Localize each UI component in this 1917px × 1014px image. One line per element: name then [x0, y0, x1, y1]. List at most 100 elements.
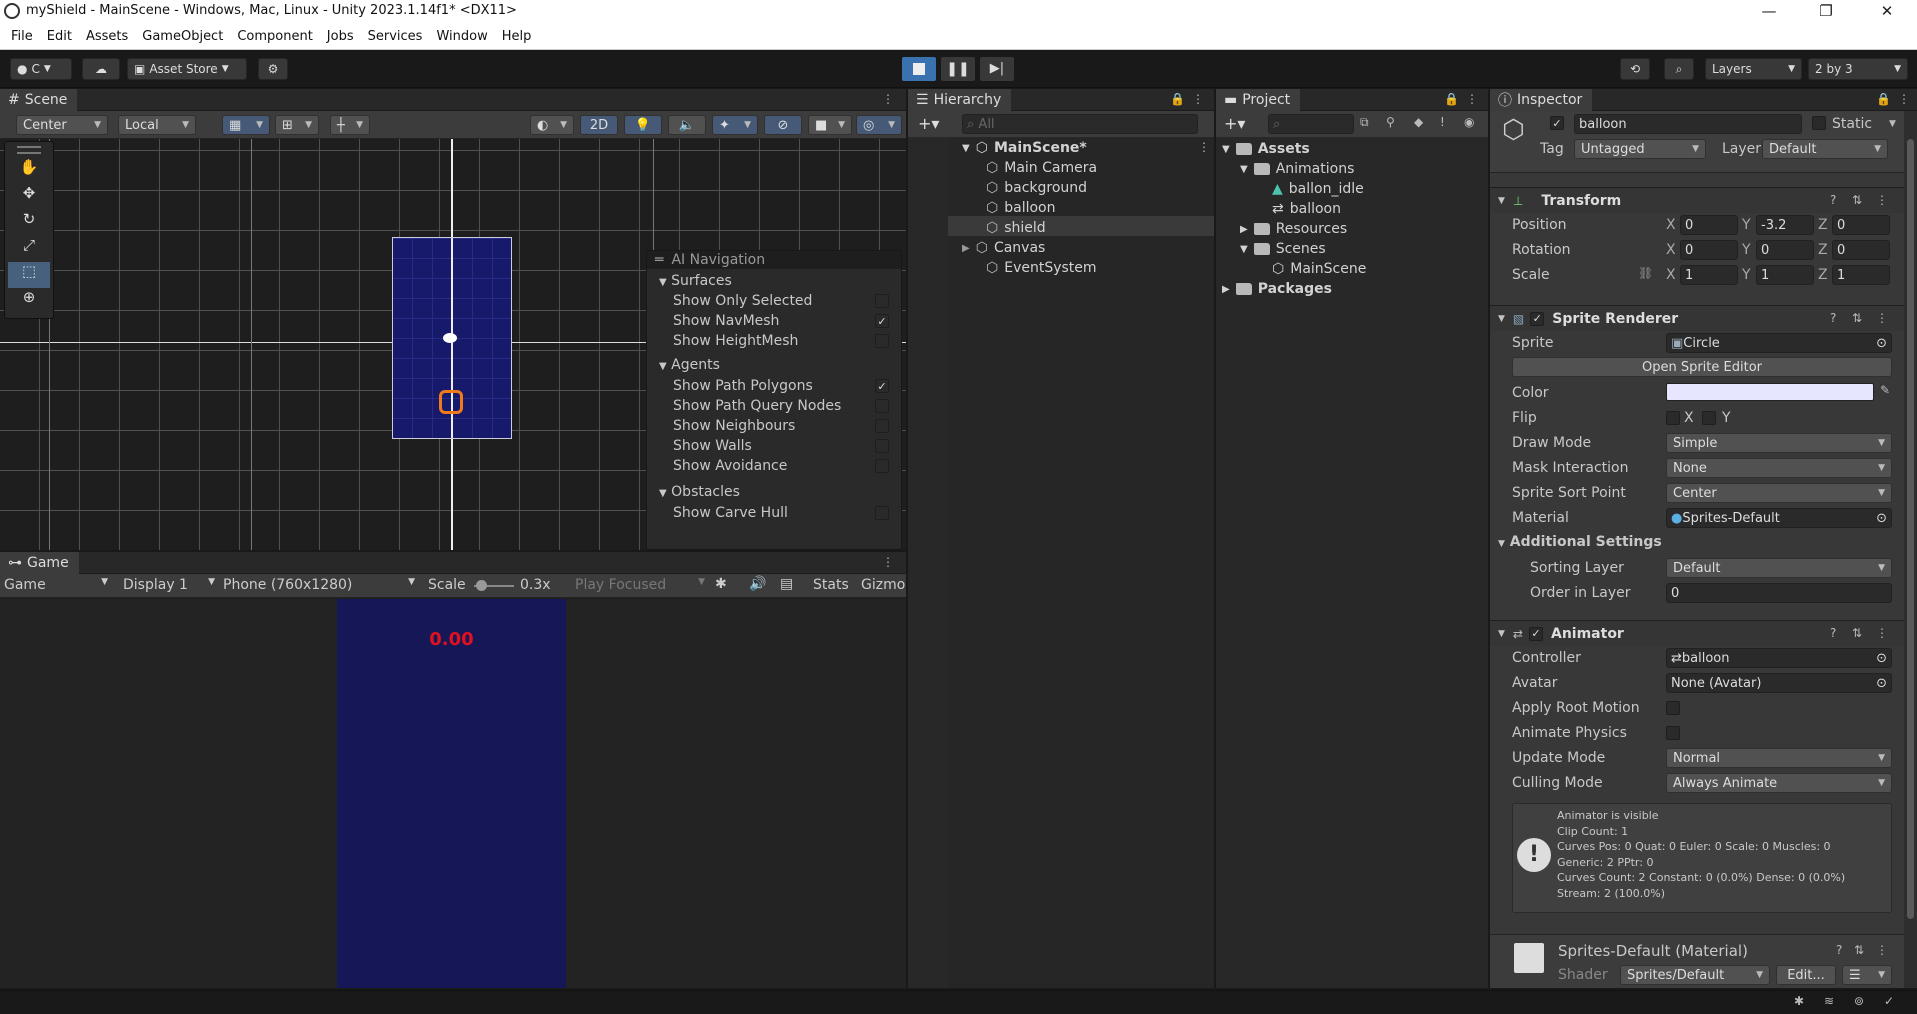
animate-physics-checkbox[interactable]: [1666, 726, 1680, 740]
history-button[interactable]: ⟲: [1620, 58, 1650, 80]
asset-ballon-idle[interactable]: ▲ ballon_idle: [1272, 181, 1364, 197]
rect-tool-icon[interactable]: ⬚: [8, 262, 50, 288]
active-checkbox[interactable]: ✓: [1550, 116, 1564, 130]
layer-dropdown[interactable]: Default ▼: [1762, 139, 1888, 159]
folder-animations[interactable]: ▼ Animations: [1240, 161, 1354, 177]
order-in-layer-field[interactable]: 0: [1666, 583, 1892, 603]
game-viewport[interactable]: 0.00: [0, 599, 906, 988]
section-surfaces[interactable]: ▼ Surfaces: [647, 269, 901, 291]
nav-option-row[interactable]: Show NavMesh ✓: [647, 311, 901, 331]
lock-icon[interactable]: 🔒: [1170, 92, 1185, 106]
tab-inspector[interactable]: ⓘ Inspector: [1490, 89, 1593, 111]
kebab-menu-icon[interactable]: ⋮: [882, 92, 894, 106]
2d-toggle[interactable]: 2D: [580, 115, 618, 135]
rotate-tool-icon[interactable]: ↻: [5, 210, 53, 236]
transform-sx-field[interactable]: 1: [1680, 265, 1738, 285]
shader-dropdown[interactable]: Sprites/Default ▼: [1620, 965, 1770, 985]
ruler-button[interactable]: ┼ ▼: [330, 115, 370, 135]
culling-mode-dropdown[interactable]: Always Animate ▼: [1666, 773, 1892, 793]
gizmos-button[interactable]: Gizmo: [861, 577, 905, 593]
transform-pz-field[interactable]: 0: [1832, 215, 1890, 235]
kebab-menu-icon[interactable]: ⋮: [1876, 311, 1888, 325]
flip-y-checkbox[interactable]: [1702, 411, 1716, 425]
transform-sy-field[interactable]: 1: [1756, 265, 1814, 285]
nav-option-row[interactable]: Show Path Polygons ✓: [647, 376, 901, 396]
tab-hierarchy[interactable]: ☰ Hierarchy: [908, 88, 1012, 111]
scene-visibility-toggle[interactable]: ⊘: [764, 115, 802, 135]
component-enabled-checkbox[interactable]: ✓: [1530, 311, 1545, 326]
sort-point-dropdown[interactable]: Center ▼: [1666, 483, 1892, 503]
pause-button[interactable]: ❚❚: [941, 57, 975, 81]
eye-icon[interactable]: ◉: [1464, 115, 1474, 129]
close-button[interactable]: ✕: [1864, 0, 1910, 24]
gizmos-dropdown[interactable]: ◎ ▼: [856, 115, 902, 135]
help-icon[interactable]: ?: [1830, 626, 1836, 640]
transform-header[interactable]: ▼ ⊥ Transform ? ⇅ ⋮: [1490, 187, 1904, 213]
nav-option-row[interactable]: Show Carve Hull: [647, 503, 901, 523]
maximize-button[interactable]: ❐: [1803, 0, 1849, 24]
sprite-renderer-header[interactable]: ▼ ▧ ✓ Sprite Renderer ? ⇅ ⋮: [1490, 305, 1904, 331]
hand-tool-icon[interactable]: ✋: [5, 158, 53, 184]
layout-dropdown[interactable]: 2 by 3 ▼: [1808, 58, 1908, 80]
nav-option-checkbox[interactable]: ✓: [875, 314, 889, 328]
avatar-field[interactable]: None (Avatar) ⊙: [1666, 673, 1892, 693]
static-checkbox[interactable]: [1812, 116, 1826, 130]
hierarchy-item[interactable]: ▶ ⬡ Canvas: [962, 240, 1045, 256]
audio-mute-icon[interactable]: 🔊: [749, 576, 766, 592]
tag-icon[interactable]: ◆: [1414, 115, 1423, 129]
asset-store-dropdown[interactable]: ▣ Asset Store ▼: [127, 58, 247, 80]
filter-type-icon[interactable]: ⧉: [1360, 115, 1369, 130]
preset-icon[interactable]: ⇅: [1854, 943, 1864, 957]
filter-label-icon[interactable]: ⚲: [1386, 115, 1395, 129]
help-icon[interactable]: ?: [1836, 943, 1842, 957]
stats-button[interactable]: Stats: [813, 577, 849, 593]
nav-option-checkbox[interactable]: [875, 419, 889, 433]
step-button[interactable]: ▶|: [980, 57, 1014, 81]
keyboard-icon[interactable]: ▤: [780, 576, 793, 592]
animator-header[interactable]: ▼ ⇄ ✓ Animator ? ⇅ ⋮: [1490, 620, 1904, 646]
lighting-toggle[interactable]: 💡: [624, 115, 662, 135]
object-name-field[interactable]: balloon: [1574, 114, 1802, 134]
asset-balloon-controller[interactable]: ⇄ balloon: [1272, 201, 1341, 217]
folder-assets[interactable]: ▼ Assets: [1222, 141, 1310, 157]
hierarchy-item[interactable]: ⬡ background: [986, 180, 1087, 196]
layers-dropdown[interactable]: Layers ▼: [1705, 58, 1802, 80]
object-picker-icon[interactable]: ⊙: [1876, 651, 1887, 666]
nav-option-checkbox[interactable]: [875, 459, 889, 473]
nav-option-checkbox[interactable]: [875, 439, 889, 453]
controller-field[interactable]: ⇄balloon ⊙: [1666, 648, 1892, 668]
bug-icon[interactable]: ✱: [715, 576, 727, 592]
transform-py-field[interactable]: -3.2: [1756, 215, 1814, 235]
grid-snap-button[interactable]: ▦ ▼: [222, 115, 270, 135]
nav-option-row[interactable]: Show Avoidance: [647, 456, 901, 476]
shading-mode-button[interactable]: ◐ ▼: [530, 115, 574, 135]
progress-check-icon[interactable]: ✓: [1884, 994, 1894, 1008]
folder-resources[interactable]: ▶ Resources: [1240, 221, 1347, 237]
kebab-menu-icon[interactable]: ⋮: [1192, 92, 1204, 106]
menu-component[interactable]: Component: [230, 29, 319, 44]
hierarchy-item[interactable]: ⬡ Main Camera: [986, 160, 1097, 176]
section-obstacles[interactable]: ▼ Obstacles: [647, 476, 901, 503]
shield-sprite[interactable]: [443, 333, 457, 343]
component-enabled-checkbox[interactable]: ✓: [1528, 626, 1543, 641]
kebab-menu-icon[interactable]: ⋮: [1198, 140, 1210, 154]
flip-x-checkbox[interactable]: [1666, 411, 1680, 425]
search-button[interactable]: ⌕: [1664, 58, 1694, 80]
menu-gameobject[interactable]: GameObject: [135, 29, 230, 44]
game-view-dropdown[interactable]: Game ▼: [4, 577, 108, 593]
additional-settings-foldout[interactable]: ▼ Additional Settings: [1498, 534, 1662, 550]
scrollbar-thumb[interactable]: [1907, 139, 1914, 919]
tab-game[interactable]: ⊶ Game: [0, 551, 79, 574]
constrain-proportions-icon[interactable]: ⛓: [1638, 266, 1653, 280]
asset-mainscene[interactable]: ⬡ MainScene: [1272, 261, 1366, 277]
add-icon[interactable]: +▾: [1224, 114, 1245, 133]
nav-option-checkbox[interactable]: ✓: [875, 379, 889, 393]
menu-help[interactable]: Help: [495, 29, 539, 44]
material-field[interactable]: ●Sprites-Default ⊙: [1666, 508, 1892, 528]
network-icon[interactable]: ⊚: [1854, 994, 1864, 1008]
kebab-menu-icon[interactable]: ⋮: [882, 555, 894, 569]
tag-dropdown[interactable]: Untagged ▼: [1574, 139, 1706, 159]
drag-handle[interactable]: [17, 146, 41, 154]
pivot-dropdown[interactable]: Center ▼: [16, 115, 108, 135]
object-picker-icon[interactable]: ⊙: [1876, 511, 1887, 526]
